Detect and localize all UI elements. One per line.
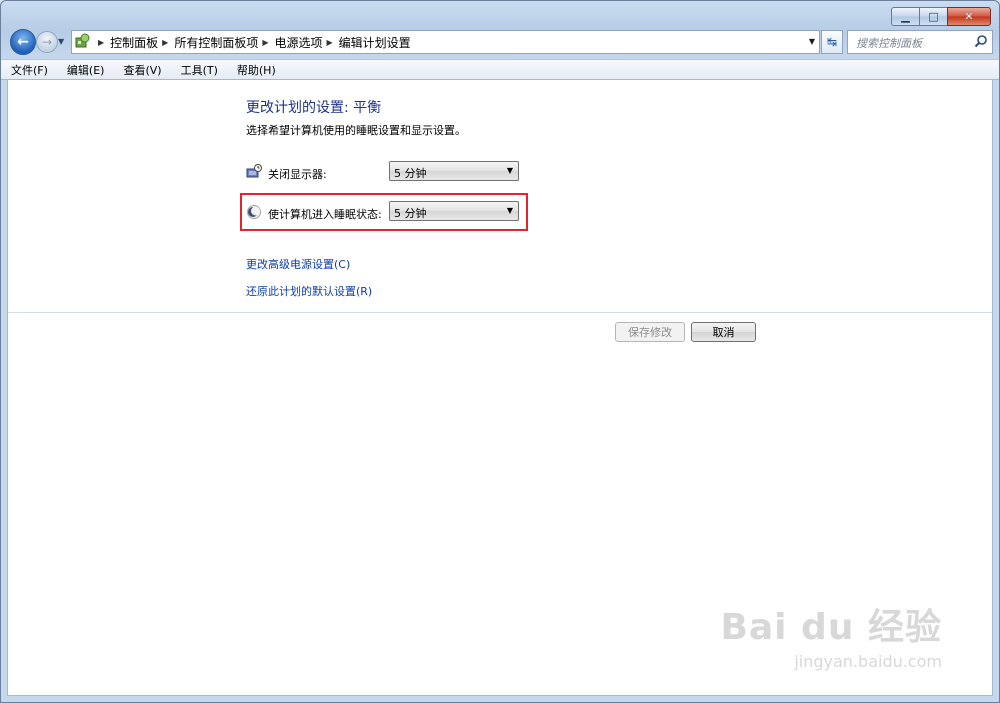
address-dropdown-icon[interactable]: ▼	[809, 37, 815, 46]
divider	[8, 312, 992, 313]
control-panel-icon	[75, 33, 90, 48]
maximize-button[interactable]: □	[919, 7, 947, 26]
close-icon: ✕	[964, 10, 974, 23]
maximize-icon: □	[928, 10, 939, 23]
search-placeholder: 搜索控制面板	[856, 37, 922, 50]
monitor-clock-icon	[246, 164, 262, 178]
advanced-power-settings-link[interactable]: 更改高级电源设置(C)	[246, 256, 350, 272]
display-off-select[interactable]: 5 分钟 ▼	[389, 161, 519, 181]
breadcrumb-separator-icon[interactable]: ▶	[327, 38, 333, 47]
minimize-icon: ▁	[901, 10, 910, 23]
save-button[interactable]: 保存修改	[615, 322, 685, 342]
display-off-value: 5 分钟	[394, 167, 427, 180]
history-dropdown-icon[interactable]: ▼	[58, 37, 64, 46]
back-button[interactable]: ←	[10, 29, 36, 55]
refresh-button[interactable]: ↹	[821, 30, 843, 54]
page-subtitle: 选择希望计算机使用的睡眠设置和显示设置。	[246, 124, 466, 137]
navigation-row: ← → ▼ ▶ 控制面板 ▶ 所有控制面板项 ▶ 电源选项 ▶ 编辑计划设置 ▼…	[9, 29, 993, 55]
cancel-button[interactable]: 取消	[691, 322, 756, 342]
refresh-icon: ↹	[826, 35, 838, 49]
menu-help[interactable]: 帮助(H)	[235, 62, 278, 78]
forward-arrow-icon: →	[41, 35, 53, 49]
search-input[interactable]: 搜索控制面板	[847, 30, 993, 54]
breadcrumb-edit-plan[interactable]: 编辑计划设置	[339, 34, 411, 51]
address-bar[interactable]: ▶ 控制面板 ▶ 所有控制面板项 ▶ 电源选项 ▶ 编辑计划设置 ▼	[71, 30, 820, 54]
watermark-url: jingyan.baidu.com	[794, 652, 942, 671]
page-title: 更改计划的设置: 平衡	[246, 100, 382, 116]
watermark: Bai du 经验 jingyan.baidu.com	[720, 598, 942, 671]
breadcrumb: ▶ 控制面板 ▶ 所有控制面板项 ▶ 电源选项 ▶ 编辑计划设置	[94, 31, 411, 53]
menu-tools[interactable]: 工具(T)	[179, 62, 220, 78]
restore-defaults-link[interactable]: 还原此计划的默认设置(R)	[246, 283, 372, 299]
search-icon[interactable]	[974, 34, 988, 48]
chevron-down-icon: ▼	[506, 166, 513, 175]
menu-edit[interactable]: 编辑(E)	[65, 62, 107, 78]
breadcrumb-power-options[interactable]: 电源选项	[275, 34, 323, 51]
forward-button[interactable]: →	[36, 31, 58, 53]
minimize-button[interactable]: ▁	[891, 7, 919, 26]
close-button[interactable]: ✕	[947, 7, 991, 26]
highlight-box	[240, 193, 528, 231]
breadcrumb-separator-icon[interactable]: ▶	[162, 38, 168, 47]
display-off-label: 关闭显示器:	[268, 168, 327, 181]
breadcrumb-control-panel[interactable]: 控制面板	[110, 34, 158, 51]
breadcrumb-separator-icon[interactable]: ▶	[262, 38, 268, 47]
breadcrumb-all-items[interactable]: 所有控制面板项	[174, 34, 258, 51]
window-frame: ▁ □ ✕ ← → ▼ ▶ 控制面板 ▶ 所有控制面板项 ▶ 电源选项 ▶ 编辑…	[0, 0, 1000, 703]
watermark-logo: Bai du 经验	[720, 607, 942, 648]
menu-view[interactable]: 查看(V)	[121, 62, 163, 78]
menu-bar: 文件(F) 编辑(E) 查看(V) 工具(T) 帮助(H)	[1, 59, 999, 80]
back-arrow-icon: ←	[17, 34, 29, 50]
caption-buttons: ▁ □ ✕	[891, 7, 991, 26]
breadcrumb-separator-icon[interactable]: ▶	[98, 38, 104, 47]
menu-file[interactable]: 文件(F)	[9, 62, 50, 78]
content-area: 更改计划的设置: 平衡 选择希望计算机使用的睡眠设置和显示设置。 关闭显示器: …	[7, 79, 993, 696]
